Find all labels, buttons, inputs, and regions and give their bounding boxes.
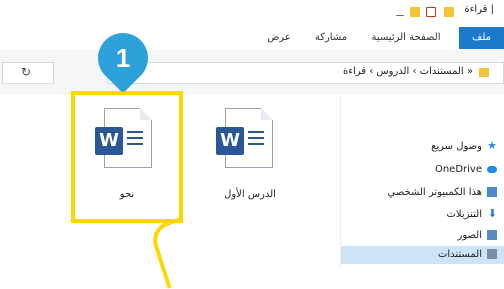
dropdown-icon[interactable] [396,7,404,16]
tab-file[interactable]: ملف [459,27,504,49]
address-bar[interactable]: « المستندات › الدروس › قراءة ⌄ [107,62,504,84]
quick-access-toolbar: | قراءة [0,0,504,27]
folder-icon [479,68,489,77]
file-name: الدرس الأول [224,189,276,200]
computer-icon [487,187,497,197]
folder-icon[interactable] [410,7,420,17]
selection-highlight [71,91,183,223]
sidebar-item-documents[interactable]: المستندات [341,246,504,264]
cloud-icon [487,165,497,173]
window-title: | قراءة [464,4,494,15]
documents-icon [487,249,497,259]
sidebar-item-downloads[interactable]: ⬇التنزيلات [446,206,497,224]
folder-icon[interactable] [444,7,454,17]
breadcrumb[interactable]: « المستندات › الدروس › قراءة [343,66,473,77]
word-document-icon: W [216,108,273,168]
file-item[interactable]: W الدرس الأول [195,96,305,216]
file-explorer-window: | قراءة ملف الصفحة الرئيسية مشاركة عرض →… [0,0,504,289]
tab-share[interactable]: مشاركة [306,27,356,49]
star-icon: ★ [487,139,497,152]
sidebar-item-quick-access[interactable]: ★وصول سريع [431,138,497,156]
tab-view[interactable]: عرض [259,27,299,49]
checkbox-icon[interactable] [426,7,436,17]
download-arrow-icon: ⬇ [487,207,497,220]
ribbon-tabs: ملف الصفحة الرئيسية مشاركة عرض [0,27,504,51]
pictures-icon [487,230,497,240]
navigation-pane: ★وصول سريع OneDrive هذا الكمبيوتر الشخصي… [340,96,504,268]
tab-home[interactable]: الصفحة الرئيسية [366,27,446,49]
refresh-icon: ↻ [21,65,32,79]
sidebar-item-pictures[interactable]: الصور [458,227,497,245]
sidebar-item-onedrive[interactable]: OneDrive [435,161,497,179]
sidebar-item-this-pc[interactable]: هذا الكمبيوتر الشخصي [388,184,497,202]
refresh-button[interactable]: ↻ [2,62,54,84]
